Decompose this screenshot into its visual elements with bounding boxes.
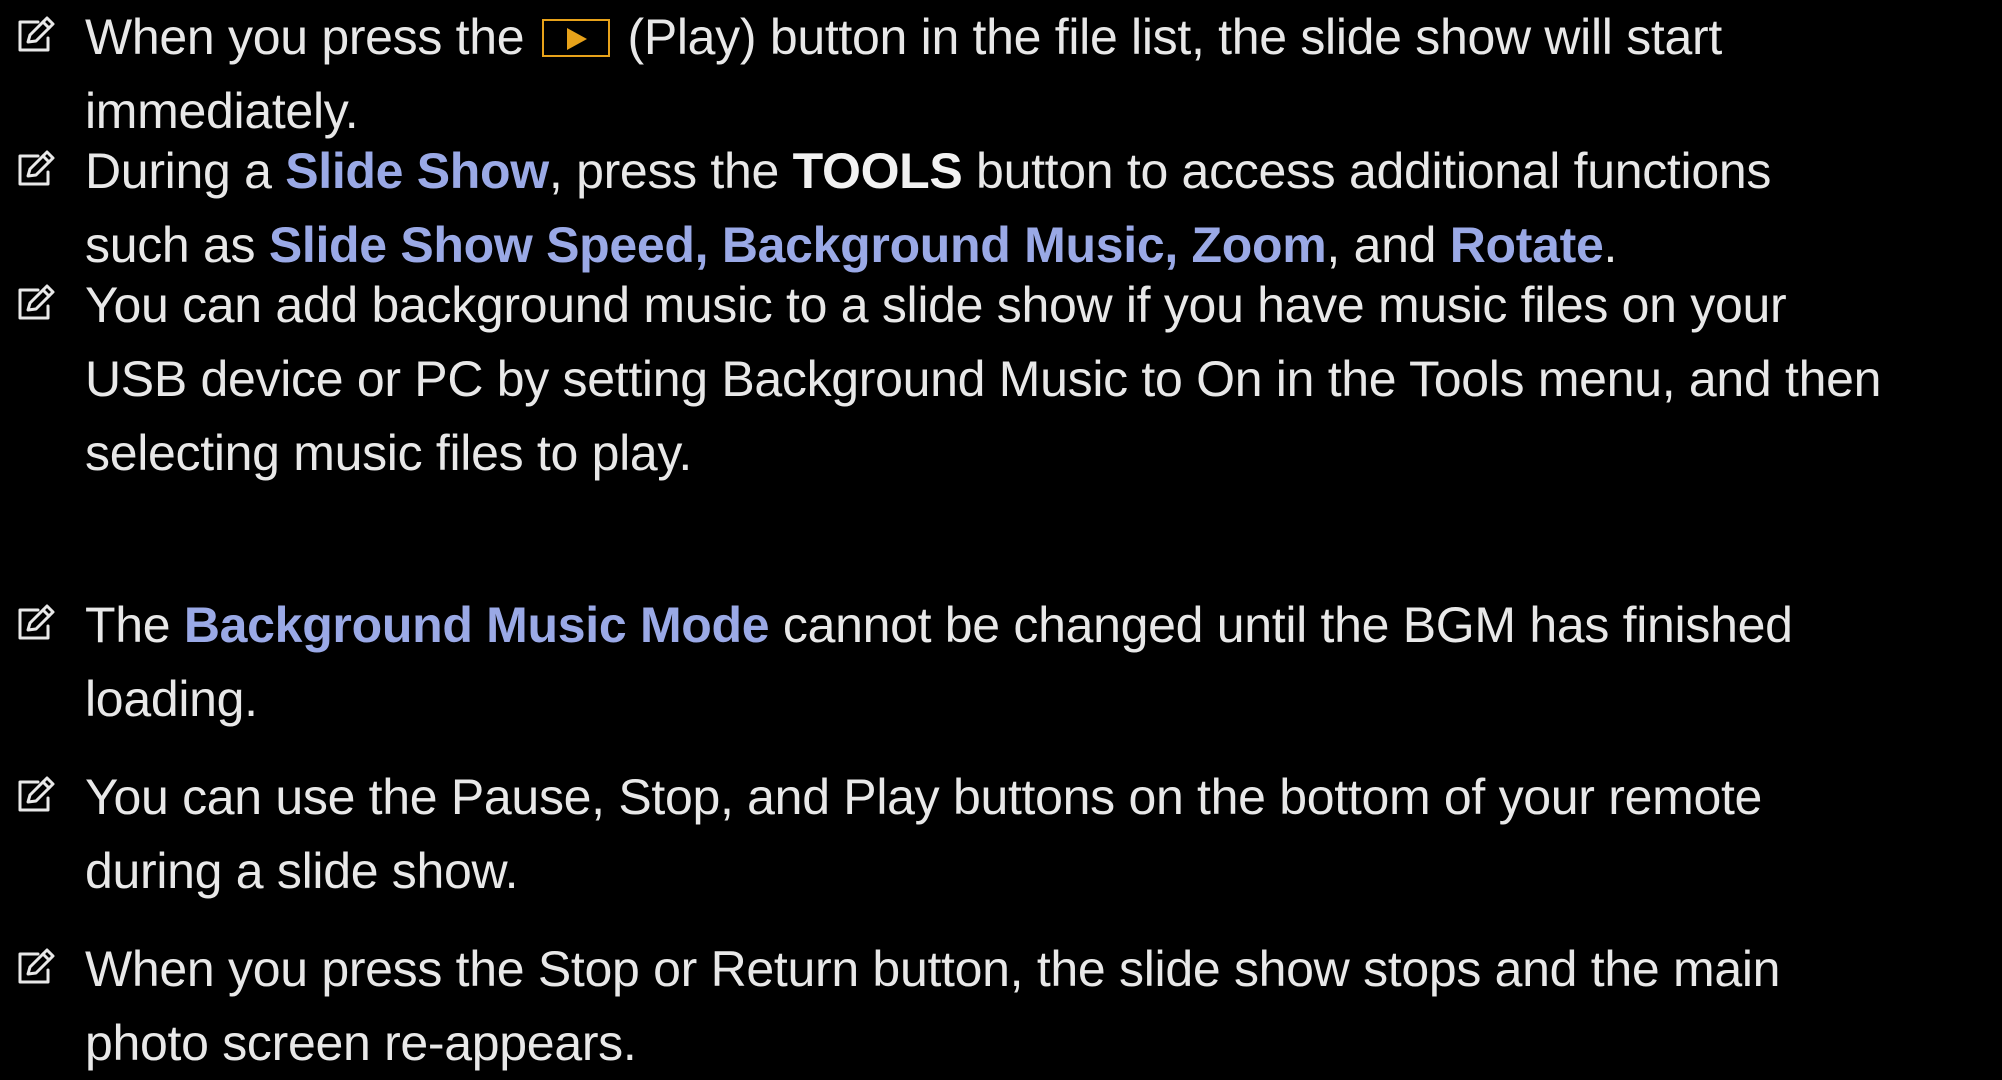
note-text-segment: When you press the: [85, 9, 525, 65]
note-text: During a Slide Show, press the TOOLS but…: [85, 134, 1995, 282]
note-pencil-icon: [14, 774, 58, 818]
note-text-segment: The: [85, 597, 184, 653]
note-pencil-icon: [14, 148, 58, 192]
note-line: USB device or PC by setting Background M…: [85, 351, 1882, 407]
note-text-segment: .: [1603, 217, 1618, 273]
note-line: loading.: [85, 671, 258, 727]
note-line: during a slide show.: [85, 843, 519, 899]
play-key-icon: [541, 19, 610, 57]
menu-term-slide-show: Slide Show: [285, 143, 549, 199]
note-text-segment: During a: [85, 143, 286, 199]
note-text: When you press the Stop or Return button…: [85, 932, 1995, 1080]
note-pencil-icon: [14, 14, 58, 58]
note-line: photo screen re-appears.: [85, 1015, 637, 1071]
menu-term-functions: Slide Show Speed, Background Music, Zoom: [268, 217, 1327, 273]
note-pencil-icon: [14, 282, 58, 326]
note-line: The Background Music Mode cannot be chan…: [85, 588, 1995, 662]
note-text-segment: such as: [85, 217, 269, 273]
menu-term-rotate: Rotate: [1449, 217, 1604, 273]
note-text: When you press the (Play) button in the …: [85, 0, 1995, 148]
note-text-segment: cannot be changed until the BGM has fini…: [769, 597, 1793, 653]
play-triangle-icon: [566, 28, 587, 50]
note-line: You can add background music to a slide …: [85, 277, 1787, 333]
note-line: During a Slide Show, press the TOOLS but…: [85, 134, 1995, 208]
button-term-tools: TOOLS: [792, 143, 963, 199]
note-line: selecting music files to play.: [85, 425, 692, 481]
menu-term-background-music-mode: Background Music Mode: [183, 597, 770, 653]
note-text: The Background Music Mode cannot be chan…: [85, 588, 1995, 736]
note-pencil-icon: [14, 946, 58, 990]
note-text-segment: , and: [1326, 217, 1450, 273]
note-text-segment: (Play) button in the file list, the slid…: [627, 9, 1722, 65]
note-line: You can use the Pause, Stop, and Play bu…: [85, 769, 1763, 825]
note-text-segment: button to access additional functions: [962, 143, 1772, 199]
note-line: When you press the (Play) button in the …: [85, 0, 1995, 74]
note-text: You can add background music to a slide …: [85, 268, 1995, 490]
note-line: When you press the Stop or Return button…: [85, 941, 1781, 997]
note-pencil-icon: [14, 602, 58, 646]
note-text-segment: , press the: [548, 143, 793, 199]
note-text: You can use the Pause, Stop, and Play bu…: [85, 760, 1995, 908]
